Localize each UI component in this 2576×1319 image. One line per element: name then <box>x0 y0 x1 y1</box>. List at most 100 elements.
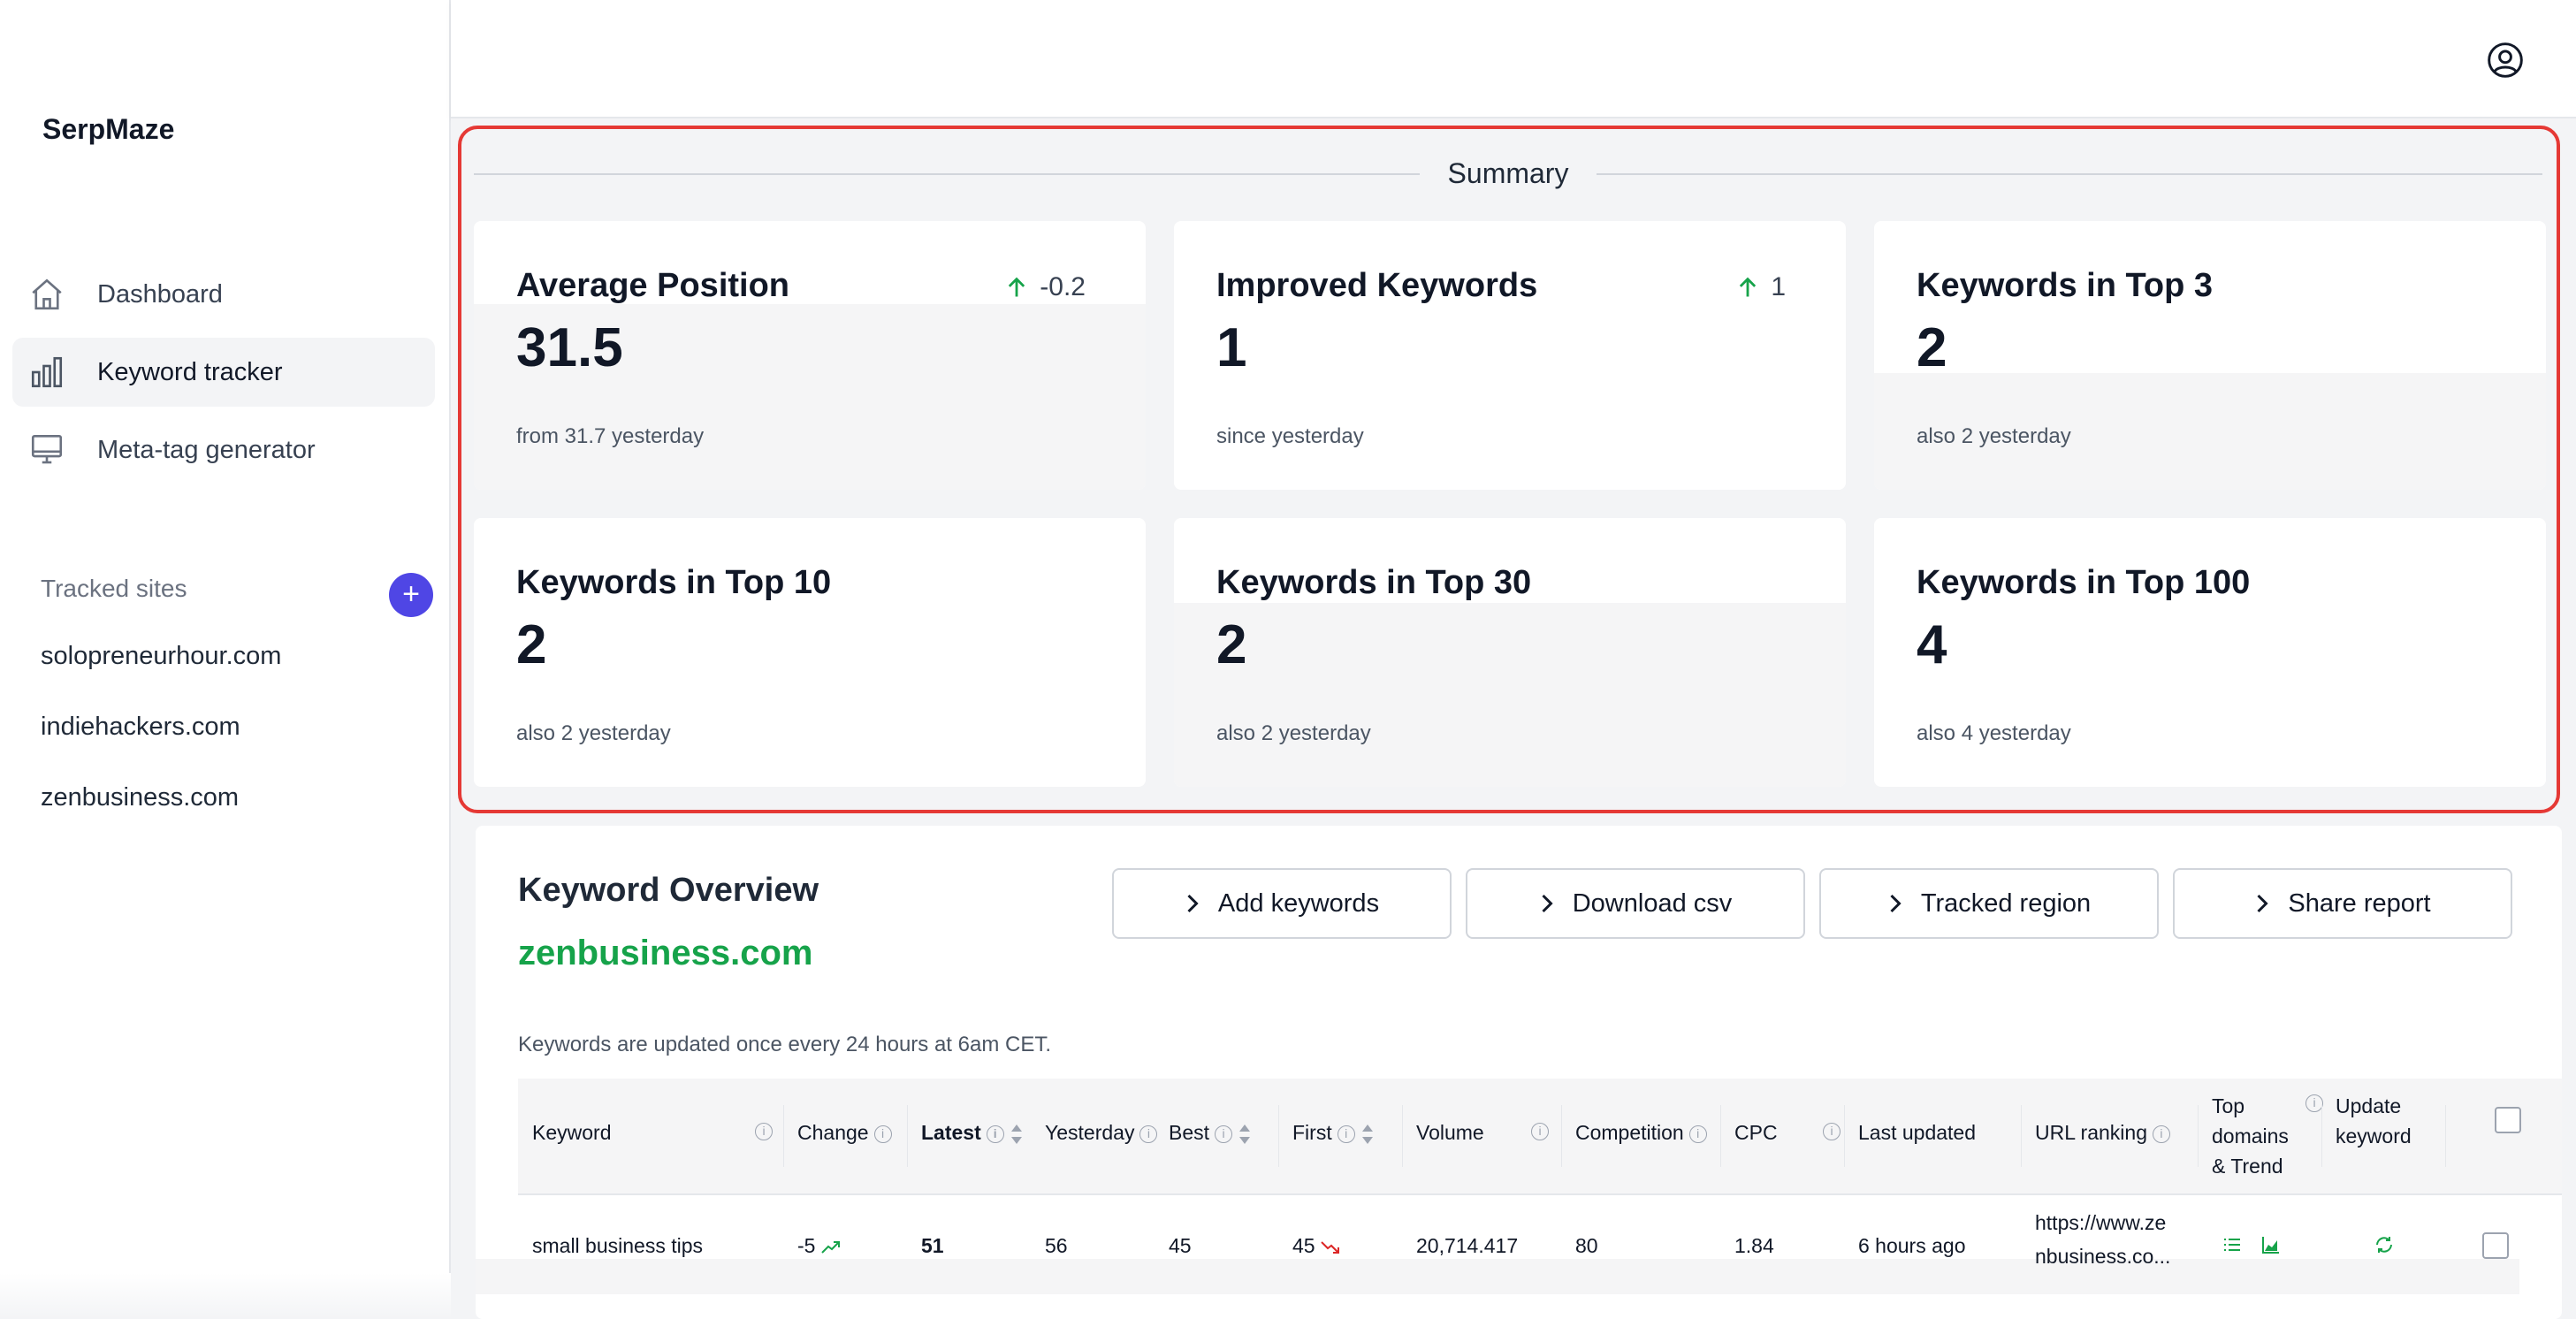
chevron-right-icon <box>1542 894 1553 913</box>
main-content: Summary Average Position -0.2 31.5 from … <box>451 118 2576 1319</box>
stat-card-top-10: Keywords in Top 10 2 also 2 yesterday <box>474 518 1146 787</box>
col-change[interactable]: Change i <box>797 1121 892 1145</box>
info-icon[interactable]: i <box>873 1125 892 1143</box>
card-title: Keywords in Top 30 <box>1216 564 1532 601</box>
header-label: Yesterday <box>1045 1121 1135 1144</box>
header-label: First <box>1292 1121 1332 1144</box>
column-divider <box>2445 1105 2446 1167</box>
cell-url-ranking[interactable]: https://www.ze nbusiness.co... <box>2035 1206 2170 1273</box>
area-chart-icon[interactable] <box>2260 1234 2283 1255</box>
tracked-site-item[interactable]: zenbusiness.com <box>41 783 239 812</box>
info-icon[interactable]: i <box>1531 1123 1549 1140</box>
info-icon[interactable]: i <box>1139 1125 1158 1143</box>
nav-label: Dashboard <box>97 279 223 309</box>
cell-volume: 20,714.417 <box>1416 1234 1519 1257</box>
nav-keyword-tracker[interactable]: Keyword tracker <box>12 338 435 407</box>
tracked-region-button[interactable]: Tracked region <box>1819 868 2159 939</box>
cell-keyword: small business tips <box>532 1234 704 1257</box>
stat-card-average-position: Average Position -0.2 31.5 from 31.7 yes… <box>474 221 1146 490</box>
sort-icon[interactable] <box>1239 1124 1251 1145</box>
share-report-button[interactable]: Share report <box>2173 868 2512 939</box>
list-icon[interactable] <box>2221 1234 2244 1255</box>
tracked-site-item[interactable]: indiehackers.com <box>41 713 240 742</box>
card-delta: -0.2 <box>1004 272 1086 302</box>
refresh-icon[interactable] <box>2373 1234 2396 1255</box>
col-competition[interactable]: Competition i <box>1575 1121 1707 1145</box>
keyword-overview-panel: Keyword Overview zenbusiness.com Add key… <box>476 826 2562 1319</box>
info-icon[interactable]: i <box>1215 1125 1233 1143</box>
monitor-icon <box>31 434 63 464</box>
summary-header: Summary <box>474 156 2542 191</box>
col-yesterday[interactable]: Yesterday i <box>1045 1121 1158 1145</box>
download-csv-button[interactable]: Download csv <box>1466 868 1805 939</box>
col-cpc[interactable]: CPC <box>1734 1121 1778 1145</box>
add-keywords-button[interactable]: Add keywords <box>1112 868 1452 939</box>
card-subtext: also 4 yesterday <box>1917 721 2071 745</box>
header-label: Volume <box>1416 1121 1484 1144</box>
info-icon[interactable]: i <box>2152 1125 2170 1143</box>
stat-card-improved-keywords: Improved Keywords 1 1 since yesterday <box>1174 221 1846 490</box>
info-icon[interactable]: i <box>1337 1125 1355 1143</box>
overview-title: Keyword Overview <box>518 872 819 909</box>
column-divider <box>1561 1105 1562 1167</box>
nav-dashboard[interactable]: Dashboard <box>12 260 435 329</box>
column-divider <box>2198 1105 2199 1167</box>
sidebar-bottom-fade <box>0 1273 451 1319</box>
select-all-checkbox[interactable] <box>2495 1107 2521 1133</box>
col-latest[interactable]: Latest i <box>921 1121 1022 1145</box>
card-title: Keywords in Top 100 <box>1917 564 2251 601</box>
col-update-keyword[interactable]: Update keyword <box>2336 1091 2433 1151</box>
cell-yesterday: 56 <box>1045 1234 1068 1257</box>
chevron-right-icon <box>2257 894 2269 913</box>
info-icon[interactable]: i <box>2305 1094 2323 1112</box>
app-logo[interactable]: SerpMaze <box>42 113 174 146</box>
card-subtext: from 31.7 yesterday <box>516 424 705 448</box>
button-label: Download csv <box>1572 888 1733 918</box>
info-icon[interactable]: i <box>1823 1123 1841 1140</box>
url-text: nbusiness.co... <box>2035 1245 2171 1268</box>
column-divider <box>1844 1105 1845 1167</box>
arrow-up-icon <box>1009 277 1025 297</box>
trend-up-icon <box>821 1240 840 1254</box>
sort-icon[interactable] <box>1010 1124 1022 1145</box>
header-label: Keyword <box>532 1121 612 1144</box>
info-icon[interactable]: i <box>1688 1125 1707 1143</box>
keyword-table: Keyword i Change i Latest i Yesterday i Bes… <box>476 1079 2562 1319</box>
nav-meta-tag-generator[interactable]: Meta-tag generator <box>12 416 435 484</box>
button-label: Add keywords <box>1217 888 1380 918</box>
card-value: 4 <box>1917 614 1947 675</box>
user-account-icon[interactable] <box>2486 41 2525 80</box>
col-first[interactable]: First i <box>1292 1121 1373 1145</box>
row-select-checkbox[interactable] <box>2482 1232 2509 1259</box>
info-icon[interactable]: i <box>986 1125 1004 1143</box>
card-subtext: since yesterday <box>1216 424 1364 448</box>
col-keyword[interactable]: Keyword <box>532 1121 611 1145</box>
info-icon[interactable]: i <box>755 1123 773 1140</box>
column-divider <box>1278 1105 1279 1167</box>
col-top-domains-trend[interactable]: Top domains & Trend <box>2212 1091 2300 1181</box>
card-subtext: also 2 yesterday <box>516 721 671 745</box>
cell-cpc: 1.84 <box>1734 1234 1774 1257</box>
col-url-ranking[interactable]: URL ranking i <box>2035 1121 2170 1145</box>
card-subtext: also 2 yesterday <box>1917 424 2071 448</box>
first-value: 45 <box>1292 1234 1315 1257</box>
header-label: URL ranking <box>2035 1121 2147 1144</box>
card-title: Keywords in Top 10 <box>516 564 832 601</box>
card-delta: 1 <box>1735 272 1786 302</box>
change-value: -5 <box>797 1234 816 1257</box>
nav-label: Meta-tag generator <box>97 435 316 464</box>
col-last-updated[interactable]: Last updated <box>1858 1121 1976 1145</box>
add-site-button[interactable]: + <box>389 573 433 617</box>
card-value: 2 <box>1216 614 1247 675</box>
sort-icon[interactable] <box>1361 1124 1373 1145</box>
arrow-up-icon <box>1740 277 1757 297</box>
col-volume[interactable]: Volume <box>1416 1121 1484 1145</box>
header-label: Latest <box>921 1121 981 1144</box>
stat-card-top-3: Keywords in Top 3 2 also 2 yesterday <box>1874 221 2546 490</box>
cell-change: -5 <box>797 1234 841 1258</box>
tracked-site-item[interactable]: solopreneurhour.com <box>41 642 281 671</box>
col-best[interactable]: Best i <box>1169 1121 1251 1145</box>
card-value: 31.5 <box>516 317 623 378</box>
cell-competition: 80 <box>1575 1234 1598 1257</box>
card-subtext: also 2 yesterday <box>1216 721 1371 745</box>
